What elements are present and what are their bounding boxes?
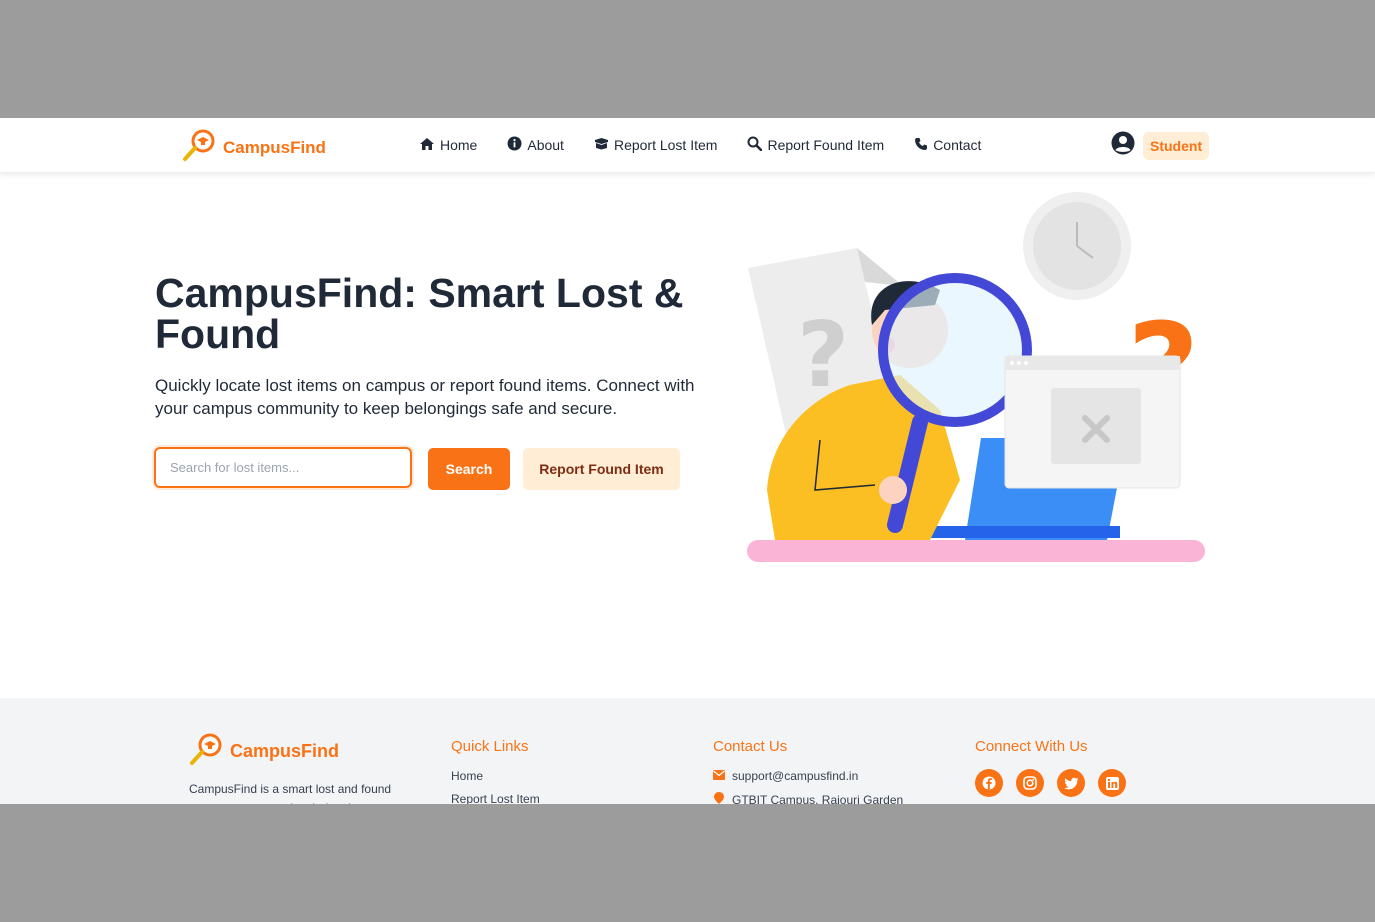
user-menu[interactable]: Student	[1111, 131, 1210, 160]
magnifier-logo-icon	[188, 732, 224, 771]
nav-about-label: About	[527, 137, 564, 153]
navbar: CampusFind Home About Report Lost Item R…	[0, 118, 1375, 173]
nav-home[interactable]: Home	[419, 137, 477, 154]
contact-address-text: GTBIT Campus, Rajouri Garden	[732, 792, 904, 805]
nav-contact-label: Contact	[933, 137, 982, 153]
hero-illustration: ? ?	[745, 190, 1210, 575]
social-section: Connect With Us	[975, 738, 1139, 797]
contact-address: GTBIT Campus, Rajouri Garden	[713, 792, 903, 804]
browser-viewport: CampusFind Home About Report Lost Item R…	[0, 118, 1375, 804]
linkedin-icon[interactable]	[1098, 769, 1126, 797]
brand-name: CampusFind	[223, 137, 326, 157]
clock-icon	[1023, 192, 1131, 300]
nav-report-lost-label: Report Lost Item	[613, 137, 718, 153]
search-button[interactable]: Search	[428, 448, 510, 490]
search-input[interactable]	[154, 447, 412, 488]
nav-report-found[interactable]: Report Found Item	[747, 136, 884, 154]
nav-report-lost[interactable]: Report Lost Item	[594, 137, 718, 153]
instagram-icon[interactable]	[1016, 769, 1044, 797]
envelope-icon	[713, 769, 732, 783]
footer-brand[interactable]: CampusFind	[188, 732, 339, 771]
info-icon	[507, 136, 527, 154]
phone-icon	[914, 137, 933, 154]
magnifier-logo-icon	[181, 128, 217, 167]
footer-description: CampusFind is a smart lost and found sys…	[189, 782, 392, 804]
contact-section: Contact Us support@campusfind.in GTBIT C…	[713, 738, 903, 804]
footer-link-home[interactable]: Home	[451, 769, 540, 783]
nav-home-label: Home	[440, 137, 478, 153]
hero-title: CampusFind: Smart Lost & Found	[155, 270, 684, 357]
quick-links-section: Quick Links Home Report Lost Item	[451, 738, 540, 804]
role-badge: Student	[1143, 131, 1210, 160]
nav-about[interactable]: About	[507, 136, 564, 154]
contact-email-text: support@campusfind.in	[732, 769, 859, 783]
nav-report-found-label: Report Found Item	[767, 137, 885, 153]
footer: CampusFind CampusFind is a smart lost an…	[0, 698, 1375, 804]
location-pin-icon	[713, 792, 732, 804]
twitter-icon[interactable]	[1057, 769, 1085, 797]
contact-heading: Contact Us	[713, 738, 788, 755]
facebook-icon[interactable]	[975, 769, 1003, 797]
brand-logo-link[interactable]: CampusFind	[181, 128, 326, 167]
box-icon	[594, 137, 614, 153]
home-icon	[419, 137, 440, 154]
contact-email[interactable]: support@campusfind.in	[713, 769, 903, 783]
search-icon	[747, 136, 767, 154]
quick-links-heading: Quick Links	[451, 738, 529, 755]
report-found-button[interactable]: Report Found Item	[523, 448, 680, 490]
hero-subtitle: Quickly locate lost items on campus or r…	[155, 376, 695, 418]
main-menu: Home About Report Lost Item Report Found…	[419, 118, 1011, 172]
nav-contact[interactable]: Contact	[914, 137, 981, 154]
footer-brand-name: CampusFind	[230, 741, 340, 761]
social-heading: Connect With Us	[975, 738, 1088, 755]
footer-link-report-lost[interactable]: Report Lost Item	[451, 792, 540, 804]
user-circle-icon	[1111, 131, 1135, 160]
